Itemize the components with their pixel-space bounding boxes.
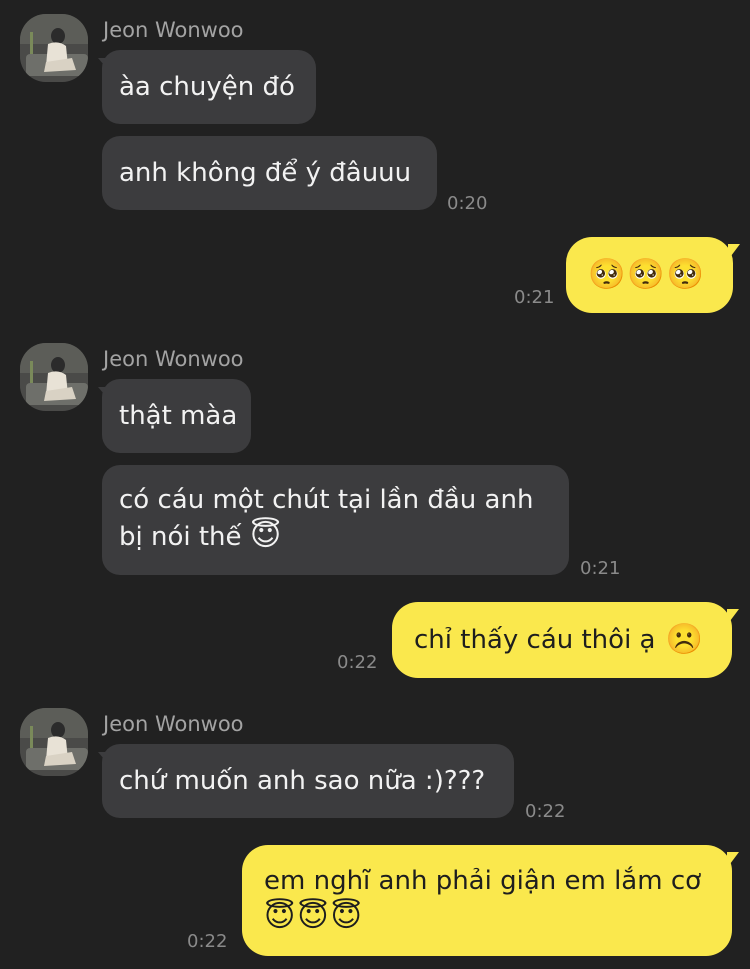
message-text: chứ muốn anh sao nữa :)??? [119,766,486,796]
avatar-photo-icon [20,14,88,82]
message-timestamp: 0:21 [514,287,555,308]
sender-name: Jeon Wonwoo [103,18,244,42]
message-text: chỉ thấy cáu thôi ạ [414,625,656,655]
message-bubble-outgoing[interactable]: chỉ thấy cáu thôi ạ ☹️ [392,602,732,678]
bubble-tail [728,244,740,260]
message-bubble-incoming[interactable]: thật màa [102,379,251,453]
avatar-photo-icon [20,343,88,411]
message-timestamp: 0:22 [187,931,228,952]
message-text: anh không để ý đâuuu [119,158,412,188]
message-bubble-outgoing[interactable]: em nghĩ anh phải giận em lắm cơ 😇😇😇 [242,845,732,956]
message-bubble-incoming[interactable]: àa chuyện đó [102,50,316,124]
contact-avatar[interactable] [20,14,88,82]
message-text-line: em nghĩ anh phải giận em lắm cơ [264,866,702,896]
message-timestamp: 0:22 [337,652,378,673]
sender-name: Jeon Wonwoo [103,347,244,371]
smiling-face-with-halo-emoji: 😇 [249,518,282,553]
message-timestamp: 0:20 [447,193,488,214]
message-bubble-outgoing[interactable]: 🥺🥺🥺 [566,237,733,313]
pleading-face-emoji: 🥺🥺🥺 [588,257,707,292]
avatar-photo-icon [20,708,88,776]
contact-avatar[interactable] [20,343,88,411]
smiling-face-with-halo-emoji: 😇😇😇 [264,899,364,934]
message-timestamp: 0:22 [525,801,566,822]
message-bubble-incoming[interactable]: anh không để ý đâuuu [102,136,437,210]
bubble-tail [727,609,739,625]
bubble-tail [727,852,739,868]
message-text-line: có cáu một chút tại lần đầu anh [119,485,534,515]
message-text: àa chuyện đó [119,72,295,102]
message-bubble-incoming[interactable]: chứ muốn anh sao nữa :)??? [102,744,514,818]
frowning-face-emoji: ☹️ [665,622,703,657]
chat-thread: Jeon Wonwoo àa chuyện đó anh không để ý … [0,0,750,969]
message-text: thật màa [119,401,238,431]
message-text-line: bị nói thế [119,522,242,552]
sender-name: Jeon Wonwoo [103,712,244,736]
message-timestamp: 0:21 [580,558,621,579]
message-bubble-incoming[interactable]: có cáu một chút tại lần đầu anh bị nói t… [102,465,569,575]
contact-avatar[interactable] [20,708,88,776]
